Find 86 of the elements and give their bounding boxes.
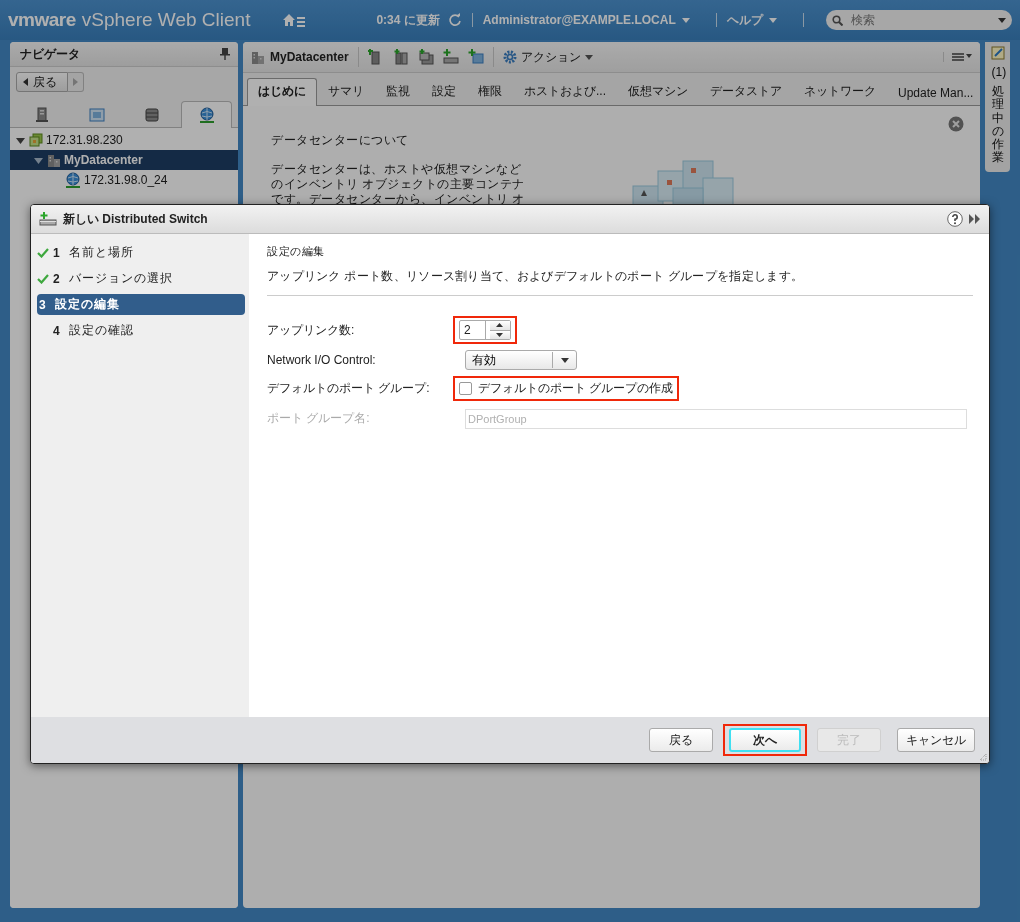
wizard-step[interactable]: 2 バージョンの選択 [37, 268, 245, 289]
note-icon [990, 46, 1005, 60]
dialog-button[interactable]: 戻る [649, 728, 713, 752]
tree-item[interactable]: MyDatacenter [10, 150, 238, 170]
dialog-button[interactable]: 次へ [729, 728, 801, 752]
panel-title: ナビゲータ [20, 45, 80, 63]
tab[interactable]: ホストおよび... [513, 78, 617, 105]
tab[interactable]: 仮想マシン [617, 78, 699, 105]
dropdown-caret-icon [998, 17, 1006, 23]
refresh-icon [447, 13, 462, 27]
expand-button[interactable] [969, 214, 981, 224]
help-button[interactable] [947, 211, 963, 227]
servers-plus-icon [392, 49, 409, 65]
text-line: データセンターは、ホストや仮想マシンなど [271, 162, 522, 177]
list-menu-icon [952, 52, 972, 62]
search-field[interactable]: 検索 [825, 10, 1012, 30]
up-arrow-icon [496, 323, 504, 328]
globe-icon [198, 107, 215, 123]
search-icon [831, 14, 843, 26]
object-title: MyDatacenter [270, 50, 349, 64]
caret-icon [768, 17, 777, 23]
increment-button[interactable] [489, 321, 510, 330]
wizard-step[interactable]: 4 設定の確認 [37, 320, 245, 341]
search-input[interactable]: 検索 [848, 12, 992, 28]
stack-plus-icon [417, 49, 434, 65]
close-icon [948, 116, 964, 132]
actions-menu[interactable]: アクション [502, 48, 593, 66]
tab[interactable]: サマリ [317, 78, 375, 105]
resize-grip-icon [979, 753, 987, 761]
section-heading: 設定の編集 [267, 244, 326, 259]
product-name: vSphere Web Client [81, 9, 251, 31]
description-text: アップリンク ポート数、リソース割り当て、およびデフォルトのポート グループを指定します。 [267, 268, 973, 296]
tab[interactable]: 設定 [421, 78, 467, 105]
tab[interactable]: 権限 [467, 78, 513, 105]
tab[interactable]: 監視 [375, 78, 421, 105]
home-menu-icon [282, 12, 307, 28]
tasks-label: 処理中の作業 [991, 85, 1004, 165]
checkbox[interactable] [459, 382, 472, 395]
wizard-step[interactable]: 1 名前と場所 [37, 242, 245, 263]
tab[interactable]: Update Man... [887, 81, 980, 105]
down-arrow-icon [496, 332, 504, 337]
refresh-time: 0:34 に更新 [376, 11, 440, 29]
field-label: ポート グループ名: [267, 409, 371, 427]
forward-arrow-icon [73, 78, 78, 86]
back-arrow-icon [23, 78, 28, 86]
tab[interactable]: はじめに [247, 78, 317, 106]
caret-icon [584, 54, 593, 60]
caret-icon [681, 17, 690, 23]
double-arrow-icon [969, 214, 981, 224]
field-label: デフォルトのポート グループ: [267, 380, 431, 397]
vcenter-icon [29, 133, 43, 147]
checkbox-label[interactable]: デフォルトのポート グループの作成 [478, 380, 674, 397]
tab[interactable]: データストア [699, 78, 793, 105]
close-button[interactable] [948, 116, 964, 132]
pin-icon [220, 48, 230, 60]
switch-plus-icon [442, 49, 459, 65]
database-icon [144, 106, 159, 123]
field-label: Network I/O Control: [267, 353, 377, 367]
section-heading: データセンターについて [271, 133, 410, 148]
tree-item[interactable]: 172.31.98.0_24 [10, 170, 238, 190]
dialog-button[interactable]: キャンセル [897, 728, 975, 752]
dialog-title: 新しい Distributed Switch [63, 210, 208, 228]
caret-icon [561, 357, 569, 363]
text-line: のインベントリ オブジェクトの主要コンテナ [271, 177, 526, 192]
decrement-button[interactable] [489, 329, 510, 339]
dropdown[interactable]: 有効 [465, 350, 577, 370]
tab[interactable]: ネットワーク [793, 78, 887, 105]
window-icon [88, 106, 105, 123]
globe-icon [65, 172, 81, 188]
building-icon [47, 153, 61, 167]
navigator-tab[interactable] [181, 101, 232, 128]
building-icon [251, 50, 265, 64]
server-icon [34, 106, 49, 123]
wizard-step[interactable]: 3 設定の編集 [37, 294, 245, 315]
tasks-tab[interactable]: (1) 処理中の作業 [985, 42, 1010, 173]
switch-plus-icon [39, 212, 57, 226]
task-count: (1) [991, 66, 1004, 80]
vmware-logo: vmware [8, 9, 76, 31]
folder-plus-icon [467, 49, 484, 65]
field-label: アップリンク数: [267, 321, 356, 339]
help-icon [947, 211, 963, 227]
menu-button[interactable] [943, 52, 972, 62]
number-field[interactable]: 2 [459, 320, 511, 340]
tree-item[interactable]: 172.31.98.230 [10, 130, 238, 150]
back-button[interactable]: 戻る [16, 72, 68, 92]
gear-icon [502, 50, 517, 64]
